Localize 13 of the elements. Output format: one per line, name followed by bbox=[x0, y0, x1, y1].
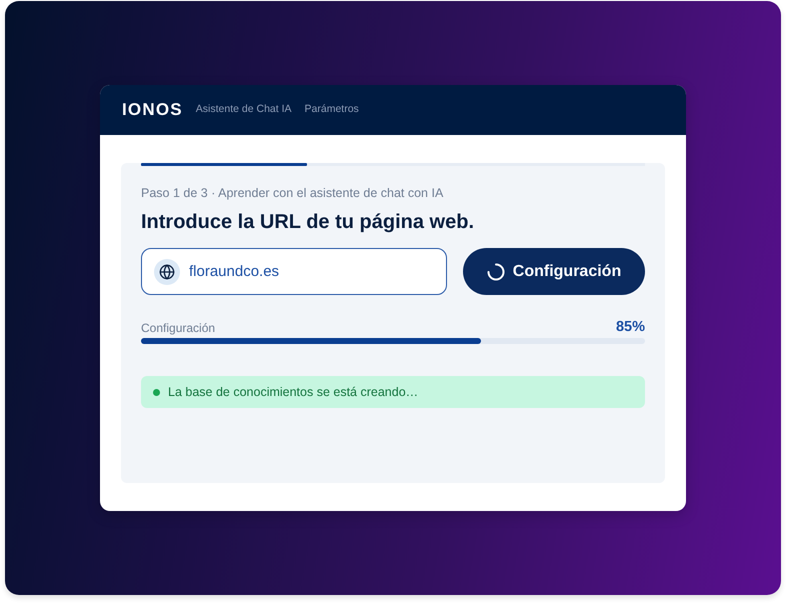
configuration-button[interactable]: Configuración bbox=[463, 248, 645, 295]
step-label: Paso 1 de 3 · Aprender con el asistente de chat con IA bbox=[141, 186, 444, 201]
spinner-icon bbox=[486, 262, 505, 280]
status-message: La base de conocimientos se está creando… bbox=[168, 384, 418, 400]
nav-link[interactable]: Parámetros bbox=[304, 100, 359, 120]
status-dot-icon bbox=[153, 388, 160, 396]
progress-label: Configuración bbox=[141, 321, 216, 335]
wizard-title: Introduce la URL de tu página web. bbox=[141, 210, 475, 234]
globe-icon bbox=[154, 258, 180, 284]
logo: IONOS bbox=[122, 100, 183, 120]
progress-percent: 85% bbox=[616, 319, 645, 335]
url-field[interactable]: floraundco.es bbox=[141, 248, 447, 295]
nav-link[interactable]: Asistente de Chat IA bbox=[196, 100, 292, 120]
